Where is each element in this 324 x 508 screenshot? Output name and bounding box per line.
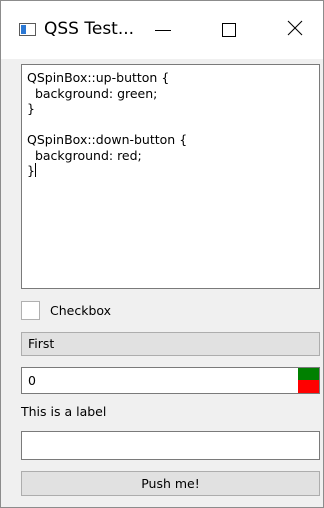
- maximize-button[interactable]: [209, 1, 249, 59]
- checkbox-row[interactable]: Checkbox: [21, 299, 111, 321]
- maximize-icon: [222, 23, 236, 37]
- stylesheet-text-editor[interactable]: QSpinBox::up-button { background: green;…: [21, 64, 320, 289]
- combo-box[interactable]: First: [21, 332, 320, 356]
- spin-box-value[interactable]: 0: [28, 373, 36, 388]
- spin-up-button[interactable]: [298, 368, 319, 380]
- window-title: QSS Test...: [44, 19, 135, 39]
- main-window: QSS Test... QSpinBox::up-button { backgr…: [0, 0, 324, 508]
- static-label: This is a label: [21, 404, 107, 419]
- spin-down-button[interactable]: [298, 380, 319, 393]
- checkbox-input[interactable]: [21, 300, 40, 320]
- push-me-button[interactable]: Push me!: [21, 471, 320, 496]
- text-caret: [34, 163, 36, 177]
- line-edit-input[interactable]: [21, 431, 320, 460]
- title-bar[interactable]: QSS Test...: [1, 1, 323, 59]
- close-button[interactable]: [275, 1, 315, 59]
- editor-text: QSpinBox::up-button { background: green;…: [27, 70, 188, 178]
- spin-box[interactable]: 0: [21, 367, 320, 394]
- close-icon: [287, 20, 303, 40]
- minimize-button[interactable]: [143, 1, 183, 59]
- minimize-icon: [155, 29, 171, 31]
- checkbox-label[interactable]: Checkbox: [50, 303, 111, 318]
- combo-selected-value: First: [28, 336, 55, 351]
- window-app-icon: [19, 23, 36, 36]
